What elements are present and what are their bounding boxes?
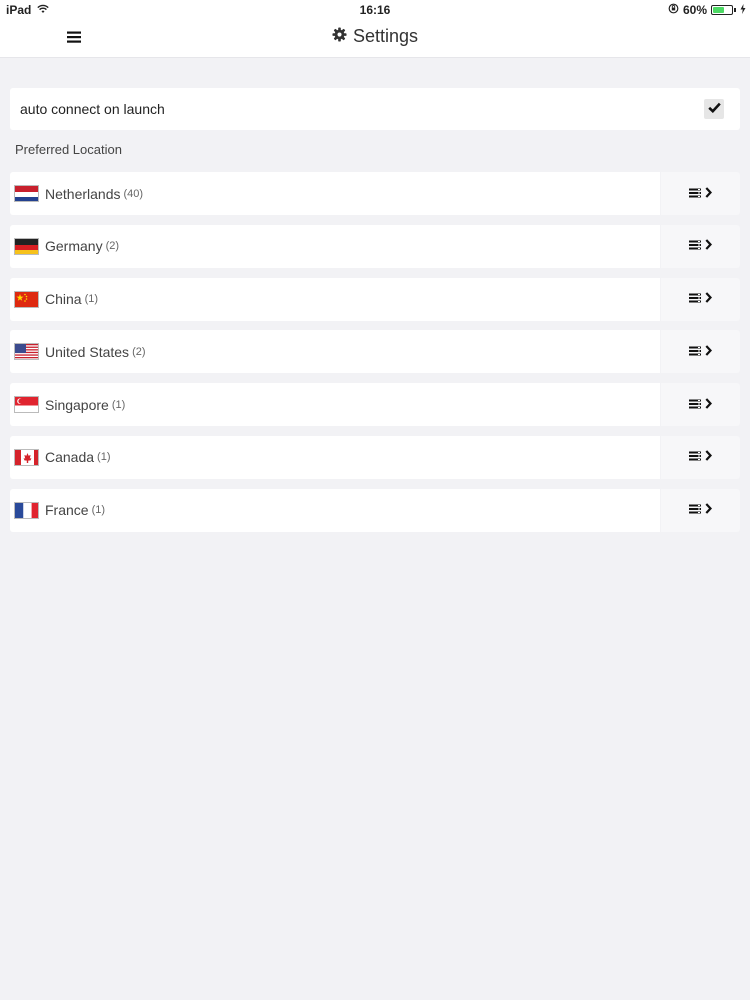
status-right: 60% (668, 3, 746, 17)
singapore-flag-icon (14, 396, 39, 414)
server-count: (2) (132, 345, 146, 358)
location-select-singapore[interactable]: Singapore (1) (10, 383, 660, 427)
location-row-canada: Canada (1) (10, 435, 740, 479)
location-row-china: China (1) (10, 277, 740, 321)
server-count: (1) (84, 293, 99, 306)
chevron-right-icon (705, 237, 713, 255)
france-flag-icon (14, 501, 39, 519)
server-list-button[interactable] (660, 435, 740, 479)
server-list-button[interactable] (660, 172, 740, 215)
server-list-button[interactable] (660, 383, 740, 427)
location-name: Netherlands (45, 185, 121, 202)
server-list-button[interactable] (660, 224, 740, 268)
page-title-text: Settings (352, 26, 419, 46)
battery-fill (713, 7, 724, 13)
chevron-right-icon (705, 501, 713, 519)
location-row-united-states: United States (2) (10, 330, 740, 374)
server-count: (2) (105, 240, 120, 253)
location-row-germany: Germany (2) (10, 224, 740, 268)
server-count: (1) (97, 451, 111, 464)
battery-percent: 60% (682, 3, 707, 17)
server-list-icon (689, 396, 701, 414)
china-flag-icon (14, 290, 39, 308)
location-row-singapore: Singapore (1) (10, 383, 740, 427)
gear-icon (332, 26, 347, 47)
chevron-right-icon (705, 448, 713, 466)
chevron-right-icon (705, 396, 713, 414)
location-select-france[interactable]: France (1) (10, 488, 660, 532)
server-list-icon (689, 185, 701, 203)
server-list-icon (689, 448, 701, 466)
chevron-right-icon (705, 343, 713, 361)
location-name: Canada (45, 449, 95, 466)
checkmark-icon (707, 100, 721, 118)
location-select-germany[interactable]: Germany (2) (10, 224, 660, 268)
clock: 16:16 (359, 3, 391, 17)
battery-icon (711, 5, 733, 15)
server-list-icon (689, 237, 701, 255)
server-list-button[interactable] (660, 277, 740, 321)
preferred-location-heading: Preferred Location (15, 142, 122, 157)
server-list-icon (689, 501, 701, 519)
server-count: (40) (123, 187, 144, 200)
rotation-lock-icon (668, 3, 679, 17)
server-list-button[interactable] (660, 488, 740, 532)
chevron-right-icon (705, 185, 713, 203)
location-name: Singapore (45, 396, 109, 413)
location-name: France (45, 502, 89, 519)
chevron-right-icon (705, 290, 713, 308)
canada-flag-icon (14, 448, 39, 466)
server-list-button[interactable] (660, 330, 740, 374)
server-count: (1) (91, 504, 106, 517)
location-name: Germany (45, 238, 103, 255)
location-name: United States (45, 343, 130, 360)
auto-connect-row: auto connect on launch (10, 88, 740, 130)
auto-connect-label: auto connect on launch (20, 101, 165, 117)
location-row-netherlands: Netherlands (40) (10, 172, 740, 215)
location-select-china[interactable]: China (1) (10, 277, 660, 321)
server-list-icon (689, 290, 701, 308)
location-select-canada[interactable]: Canada (1) (10, 435, 660, 479)
united-states-flag-icon (14, 343, 39, 361)
server-list-icon (689, 343, 701, 361)
germany-flag-icon (14, 237, 39, 255)
location-list: Netherlands (40) Germany (2) China (1) U… (10, 172, 740, 542)
location-row-france: France (1) (10, 488, 740, 532)
nav-bar: Settings (0, 20, 750, 58)
location-select-netherlands[interactable]: Netherlands (40) (10, 172, 660, 215)
page-title: Settings (0, 26, 750, 47)
charging-icon (740, 3, 746, 17)
server-count: (1) (111, 398, 126, 411)
netherlands-flag-icon (14, 185, 39, 202)
location-select-united-states[interactable]: United States (2) (10, 330, 660, 374)
location-name: China (45, 291, 82, 308)
auto-connect-checkbox[interactable] (704, 99, 724, 119)
status-bar: iPad 16:16 60% (0, 0, 750, 20)
battery-tip (734, 8, 736, 12)
